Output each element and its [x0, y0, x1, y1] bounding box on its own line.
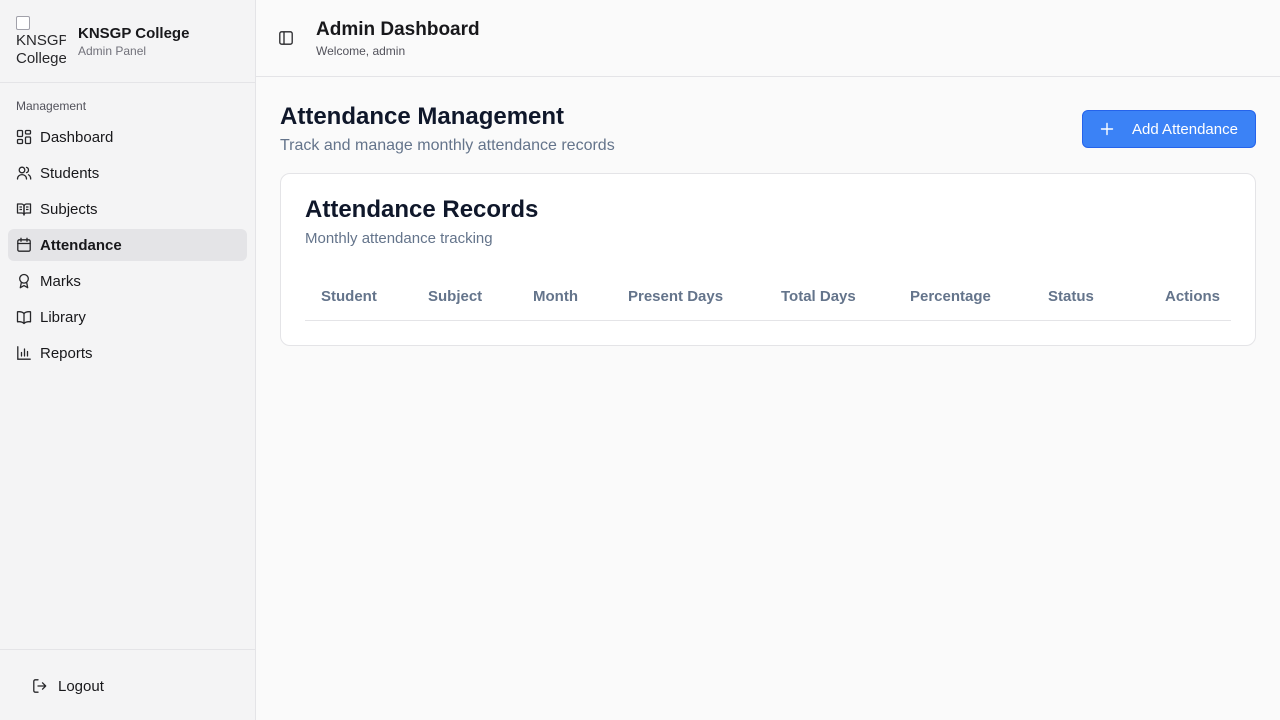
brand-text: KNSGP College Admin Panel: [78, 25, 189, 58]
sidebar-footer: Logout: [0, 649, 255, 720]
brand-name: KNSGP College: [78, 24, 190, 42]
nav-group-label: Management: [16, 99, 87, 113]
header-welcome: Welcome, admin: [316, 44, 406, 58]
column-header-present-days: Present Days: [628, 288, 724, 305]
add-attendance-label: Add Attendance: [1132, 120, 1238, 138]
sidebar-item-reports[interactable]: Reports: [8, 337, 247, 369]
logout-button[interactable]: Logout: [24, 670, 112, 702]
sidebar-item-library[interactable]: Library: [8, 301, 247, 333]
sidebar-item-label: Library: [40, 308, 86, 326]
column-header-status: Status: [1048, 288, 1094, 305]
book-open-icon: [16, 203, 32, 216]
column-header-student: Student: [321, 288, 377, 305]
attendance-records-card: Attendance Records Monthly attendance tr…: [280, 173, 1256, 346]
sidebar-item-students[interactable]: Students: [8, 157, 247, 189]
plus-icon: [1100, 122, 1114, 136]
column-header-subject: Subject: [428, 288, 483, 305]
card-title: Attendance Records: [305, 196, 539, 223]
brand-header: KNSGP College KNSGP College Admin Panel: [0, 0, 255, 83]
sidebar-item-label: Attendance: [40, 236, 122, 254]
dashboard-icon: [16, 129, 32, 145]
calendar-icon: [17, 237, 31, 252]
sidebar-item-marks[interactable]: Marks: [8, 265, 247, 297]
column-header-actions: Actions: [1165, 288, 1221, 305]
sidebar-item-subjects[interactable]: Subjects: [8, 193, 247, 225]
sidebar-item-label: Students: [40, 164, 100, 182]
library-book-icon: [16, 311, 32, 325]
logout-label: Logout: [58, 677, 104, 695]
broken-image-icon: [16, 16, 30, 30]
logout-icon: [33, 679, 47, 693]
column-header-percentage: Percentage: [910, 288, 991, 305]
sidebar-item-label: Dashboard: [40, 128, 114, 146]
top-bar: Admin Dashboard Welcome, admin: [256, 0, 1280, 77]
page-title: Attendance Management: [280, 103, 565, 130]
header-title: Admin Dashboard: [316, 19, 480, 40]
card-subtitle: Monthly attendance tracking: [305, 230, 493, 247]
sidebar-item-label: Marks: [40, 272, 81, 290]
column-header-total-days: Total Days: [781, 288, 856, 305]
sidebar-nav: Dashboard Students Subjects Attendance M…: [8, 121, 247, 373]
sidebar-item-attendance[interactable]: Attendance: [8, 229, 247, 261]
page-subtitle: Track and manage monthly attendance reco…: [280, 137, 615, 154]
sidebar-item-dashboard[interactable]: Dashboard: [8, 121, 247, 153]
brand-subtitle: Admin Panel: [78, 43, 147, 58]
bar-chart-icon: [17, 346, 31, 360]
sidebar-item-label: Reports: [40, 344, 93, 362]
column-header-month: Month: [533, 288, 578, 305]
table-header-row: Student Subject Month Present Days Total…: [305, 272, 1231, 321]
college-logo: KNSGP College: [16, 16, 66, 66]
sidebar-item-label: Subjects: [40, 200, 98, 218]
logo-alt-text: KNSGP College: [16, 32, 66, 66]
users-icon: [16, 166, 32, 180]
award-icon: [19, 273, 29, 289]
sidebar-toggle-icon[interactable]: [278, 30, 294, 46]
sidebar: KNSGP College KNSGP College Admin Panel …: [0, 0, 256, 720]
add-attendance-button[interactable]: Add Attendance: [1082, 110, 1256, 148]
